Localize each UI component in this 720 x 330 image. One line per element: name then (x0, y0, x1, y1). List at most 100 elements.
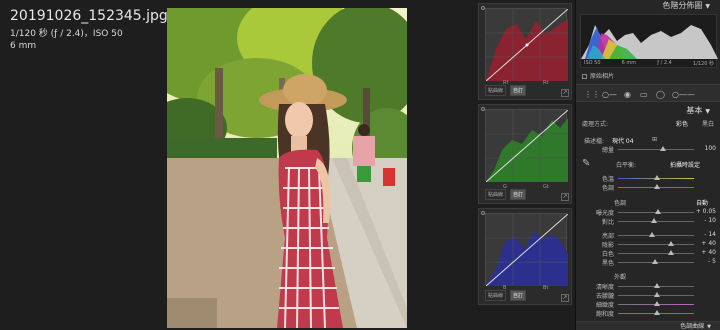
exposure-value: + 0.05 (695, 208, 716, 215)
slider-thumb[interactable] (654, 283, 660, 288)
slider-thumb[interactable] (668, 250, 674, 255)
curve-label-out: Rt (543, 80, 549, 86)
treatment-label: 處理方式: (582, 121, 609, 128)
slider-thumb[interactable] (660, 146, 666, 151)
filename: 20191026_152345.jpg (10, 8, 168, 24)
temp-slider[interactable]: 色溫 (580, 174, 718, 183)
curve-adjust-icon[interactable]: ↗ (561, 193, 569, 201)
highlights-label: 亮部 (601, 233, 614, 240)
red-curve-graph[interactable] (485, 8, 569, 82)
curve-label-out: Bt (543, 285, 549, 291)
original-photo-checkbox[interactable]: 原始相片 (582, 71, 614, 80)
curve-buttons: 點曲線 自訂 (485, 85, 527, 96)
slider-thumb[interactable] (652, 259, 658, 264)
amount-slider[interactable]: 總量 100 (580, 145, 718, 154)
auto-button[interactable]: 自動 (696, 198, 708, 207)
slider-thumb[interactable] (651, 218, 657, 223)
collapse-icon: ▼ (705, 3, 710, 10)
blue-curve-graph[interactable] (485, 213, 569, 287)
saturation-slider[interactable]: 飽和度 (580, 309, 718, 318)
slider-thumb[interactable] (654, 175, 660, 180)
wb-label: 白平衡: (616, 162, 637, 169)
curve-adjust-icon[interactable]: ↗ (561, 89, 569, 97)
spot-removal-icon[interactable]: ○— (602, 90, 617, 99)
curve-panel-blue: B Bt 點曲線 自訂 ↗ (478, 208, 572, 305)
histogram-title: 色階分佈圖 (662, 1, 703, 10)
slider-thumb[interactable] (654, 310, 660, 315)
whites-label: 白色 (601, 251, 614, 258)
slider-thumb[interactable] (654, 184, 660, 189)
slider-thumb[interactable] (668, 241, 674, 246)
highlights-value: - 14 (704, 231, 716, 238)
curve-panel-green: G Gt 點曲線 自訂 ↗ (478, 104, 572, 204)
crop-icon[interactable]: ⋮⋮ (584, 90, 600, 99)
histogram-meta: ISO 50 6 mm ƒ / 2.4 1/120 秒 (584, 60, 714, 67)
slider-thumb[interactable] (654, 292, 660, 297)
profile-label: 描述檔: (584, 138, 605, 145)
curve-adjust-icon[interactable]: ↗ (561, 294, 569, 302)
point-curve-button[interactable]: 點曲線 (485, 290, 507, 301)
amount-label: 總量 (601, 147, 614, 154)
slider-thumb[interactable] (649, 232, 655, 237)
whites-slider[interactable]: 白色 + 40 (580, 249, 718, 258)
contrast-slider[interactable]: 對比 - 10 (580, 217, 718, 226)
focal-value: 6 mm (621, 60, 637, 66)
shadows-slider[interactable]: 陰影 + 40 (580, 240, 718, 249)
tint-label: 色調 (601, 185, 614, 192)
blacks-value: - 5 (708, 258, 716, 265)
profile-browser-icon[interactable]: ⊞ (652, 136, 657, 143)
slider-track (618, 244, 694, 245)
point-curve-button[interactable]: 點曲線 (485, 85, 507, 96)
slider-thumb[interactable] (655, 209, 661, 214)
custom-button[interactable]: 自訂 (510, 290, 527, 301)
photo-image (167, 8, 407, 328)
original-photo-label: 原始相片 (590, 73, 615, 80)
develop-panel: 色階分佈圖 ▼ ISO 50 6 mm ƒ / 2.4 1/120 秒 原始相片 … (575, 0, 720, 330)
tool-strip: ⋮⋮ ○— ◉ ▭ ◯ ○—— (576, 84, 720, 102)
tone-curve-header[interactable]: 色調曲線 ▼ (576, 321, 720, 330)
wb-dropdown[interactable]: 拍攝時設定 (670, 160, 700, 169)
focal-length: 6 mm (10, 41, 37, 51)
vibrance-slider[interactable]: 細緻度 (580, 300, 718, 309)
clarity-slider[interactable]: 去朦朧 (580, 291, 718, 300)
exposure-info: 1/120 秒 (ƒ / 2.4)，ISO 50 (10, 29, 123, 39)
radial-icon[interactable]: ◯ (656, 90, 665, 99)
blacks-label: 黑色 (601, 260, 614, 267)
exposure-slider[interactable]: 曝光度 + 0.05 (580, 208, 718, 217)
saturation-label: 飽和度 (595, 311, 614, 318)
custom-button[interactable]: 自訂 (510, 189, 527, 200)
basic-header[interactable]: 基本 ▼ (686, 105, 710, 116)
green-curve-graph[interactable] (485, 109, 569, 183)
point-curve-button[interactable]: 點曲線 (485, 189, 507, 200)
shutter-value: 1/120 秒 (692, 61, 714, 67)
slider-thumb[interactable] (654, 301, 660, 306)
photo-preview[interactable] (167, 8, 407, 328)
curve-label-out: Gt (543, 184, 549, 190)
redeye-icon[interactable]: ◉ (624, 90, 631, 99)
shadows-label: 陰影 (601, 242, 614, 249)
exposure-label: 曝光度 (595, 210, 614, 217)
brush-icon[interactable]: ○—— (672, 90, 695, 99)
contrast-label: 對比 (601, 219, 614, 226)
profile-dropdown[interactable]: 現代 04 (612, 136, 634, 145)
curve-panel-red: Rf Rt 點曲線 自訂 ↗ (478, 3, 572, 100)
eyedropper-icon[interactable]: ✎ (582, 158, 590, 169)
contrast-value: - 10 (704, 217, 716, 224)
treatment-color-option[interactable]: 彩色 (676, 119, 688, 128)
texture-slider[interactable]: 清晰度 (580, 282, 718, 291)
custom-button[interactable]: 自訂 (510, 85, 527, 96)
blacks-slider[interactable]: 黑色 - 5 (580, 258, 718, 267)
amount-value: 100 (704, 145, 716, 152)
gradient-icon[interactable]: ▭ (640, 90, 648, 99)
tint-slider[interactable]: 色調 (580, 183, 718, 192)
iso-value: ISO 50 (584, 60, 601, 66)
highlights-slider[interactable]: 亮部 - 14 (580, 231, 718, 240)
treatment-bw-option[interactable]: 黑白 (702, 119, 714, 128)
slider-track (618, 235, 694, 236)
histogram-header[interactable]: 色階分佈圖 ▼ (576, 0, 720, 12)
slider-track (618, 149, 694, 150)
slider-track (618, 253, 694, 254)
whites-value: + 40 (701, 249, 716, 256)
texture-label: 清晰度 (595, 284, 614, 291)
checkbox-icon (582, 74, 587, 79)
